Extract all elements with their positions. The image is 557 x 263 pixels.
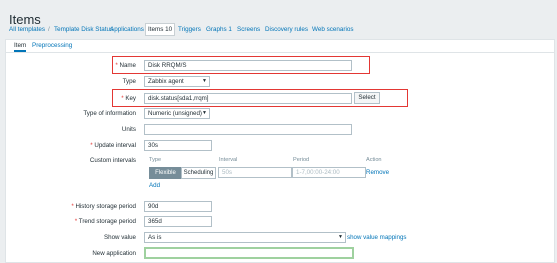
name-label: Name [6,62,136,69]
update-interval-label: Update interval [6,142,136,149]
name-input[interactable]: Disk RRQM/S [144,60,352,71]
type-label: Type [122,78,136,85]
show-value-label: Show value [104,234,136,241]
custom-intervals-label: Custom intervals [89,157,136,164]
ci-header-interval: Interval [219,157,238,163]
ci-header-type: Type [149,157,162,163]
units-label: Units [121,126,136,133]
add-interval-link[interactable]: Add [149,182,160,189]
interval-input[interactable]: 50s [218,167,292,178]
nav-graphs[interactable]: Graphs 1 [206,26,232,33]
trend-storage-input[interactable]: 365d [144,216,212,227]
new-application-label: New application [92,250,136,257]
select-button[interactable]: Select [354,92,380,104]
chevron-down-icon: ▼ [202,110,207,116]
breadcrumb: All templates / Template Disk Status App… [0,22,557,36]
show-value-mappings-link[interactable]: show value mappings [347,234,407,241]
history-storage-input[interactable]: 90d [144,201,212,212]
new-application-input[interactable] [144,247,354,259]
ci-header-action: Action [366,157,382,163]
show-value-selected: As is [148,234,162,241]
nav-web-scenarios[interactable]: Web scenarios [312,26,354,33]
chevron-down-icon: ▼ [338,234,343,240]
nav-items[interactable]: Items 10 [145,23,176,36]
ci-header-period: Period [293,157,310,163]
nav-discovery-rules[interactable]: Discovery rules [265,26,308,33]
nav-applications[interactable]: Applications [110,26,144,33]
scheduling-toggle[interactable]: Scheduling [181,167,216,179]
type-of-information-select[interactable]: Numeric (unsigned) ▼ [144,108,210,119]
item-form-panel: Item Preprocessing Name Disk RRQM/S Type… [5,39,555,263]
breadcrumb-template[interactable]: Template Disk Status [54,26,113,33]
remove-interval-link[interactable]: Remove [366,169,389,176]
tab-item[interactable]: Item [14,42,27,52]
tab-preprocessing[interactable]: Preprocessing [32,42,72,49]
form-tabs: Item Preprocessing [6,40,554,53]
trend-storage-label: Trend storage period [6,218,136,225]
period-input[interactable]: 1-7,00:00-24:00 [292,167,366,178]
type-of-information-label: Type of information [83,110,136,117]
nav-triggers[interactable]: Triggers [178,26,201,33]
history-storage-label: History storage period [6,203,136,210]
breadcrumb-separator: / [48,25,50,33]
nav-screens[interactable]: Screens [237,26,260,33]
show-value-select[interactable]: As is ▼ [144,232,346,243]
units-input[interactable] [144,124,352,135]
key-input[interactable]: disk.status[sda1,rrqm] [144,93,352,104]
flexible-toggle[interactable]: Flexible [149,167,182,179]
type-select[interactable]: Zabbix agent ▼ [144,76,210,87]
type-of-information-value: Numeric (unsigned) [148,110,202,117]
key-label: Key [6,95,136,102]
breadcrumb-all-templates[interactable]: All templates [9,26,45,33]
chevron-down-icon: ▼ [202,78,207,84]
type-select-value: Zabbix agent [148,78,184,85]
update-interval-input[interactable]: 30s [144,140,212,151]
